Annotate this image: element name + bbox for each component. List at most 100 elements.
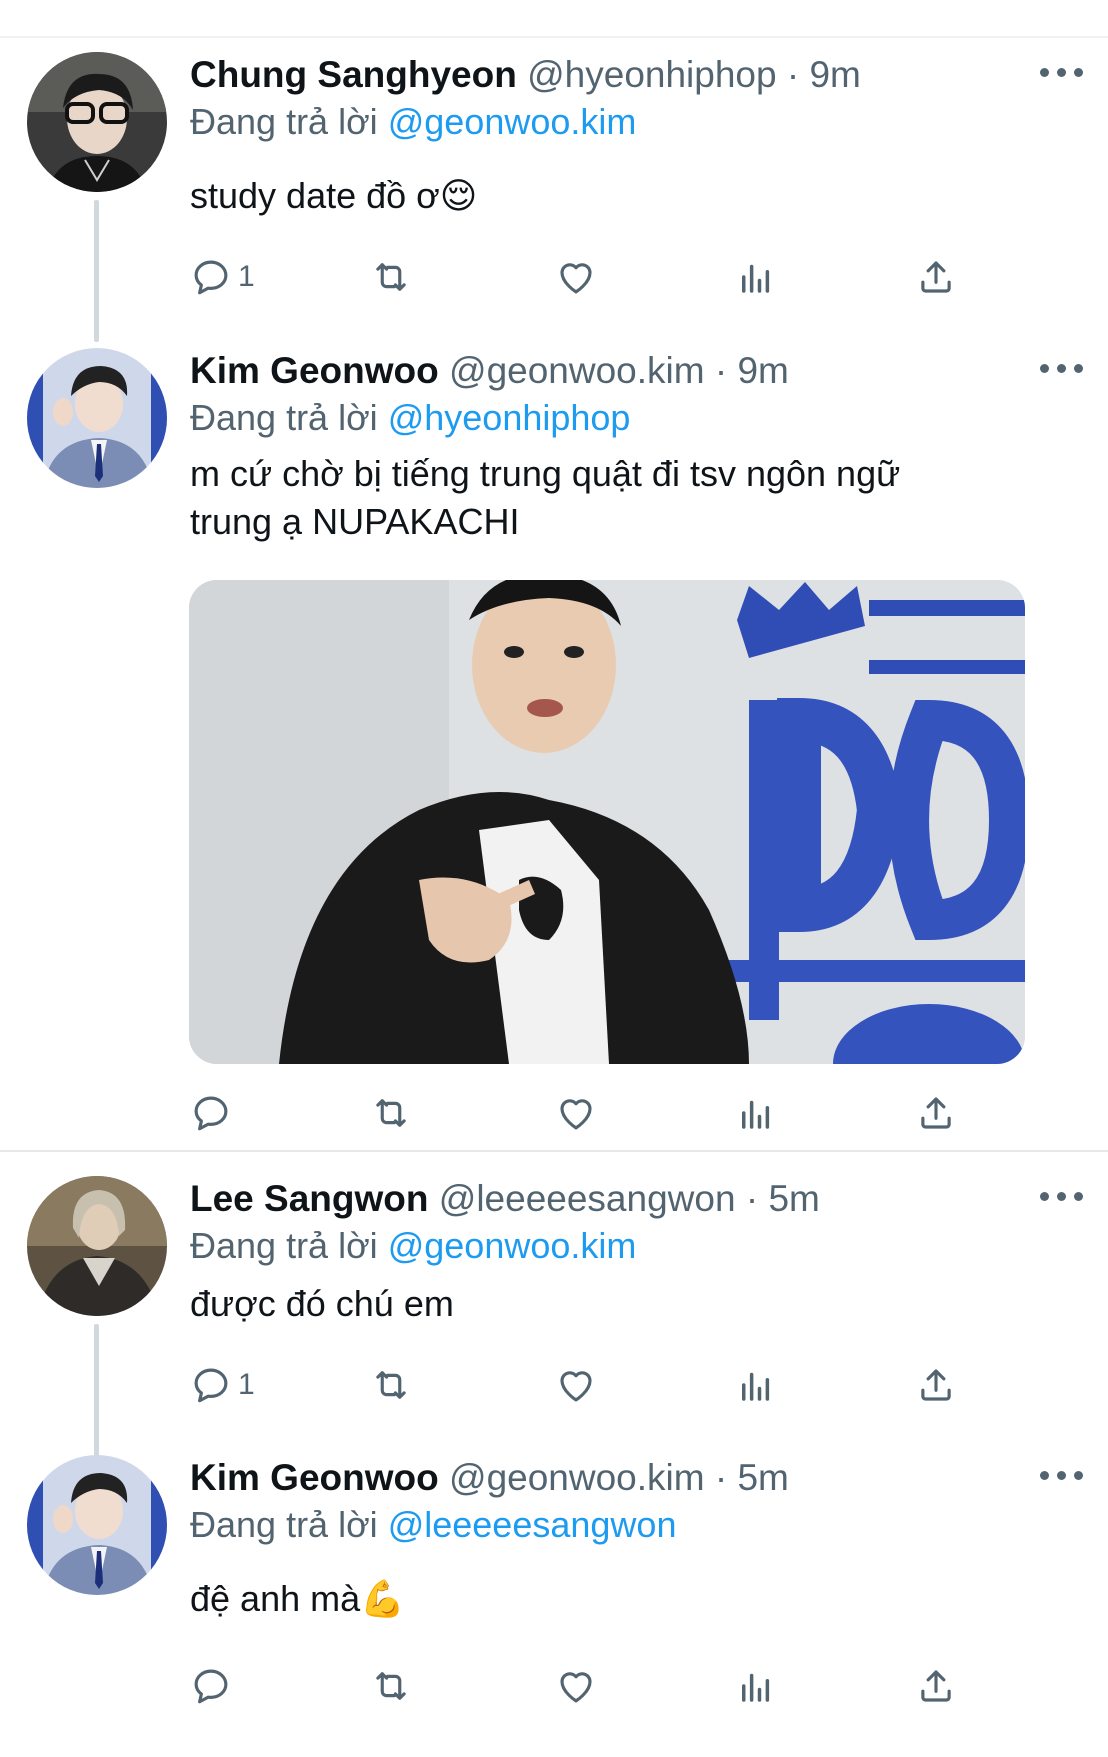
tweet-header: Chung Sanghyeon @hyeonhiphop · 9m [190,52,861,98]
timestamp[interactable]: 9m [809,54,860,95]
like-icon [560,1371,592,1402]
top-divider [0,36,1108,38]
reply-thread: Chung Sanghyeon @hyeonhiphop · 9m Đang t… [0,0,1108,1757]
display-name[interactable]: Kim Geonwoo [190,1457,439,1498]
reply-icon [194,260,228,295]
thread-line [94,1324,99,1460]
replying-prefix: Đang trả lời [190,397,378,438]
mention-link[interactable]: @geonwoo.kim [388,1225,637,1266]
replying-to: Đang trả lời @hyeonhiphop [190,396,630,440]
more-icon[interactable] [1040,1192,1086,1206]
like-icon [560,1099,592,1130]
avatar[interactable] [27,1176,167,1316]
retweet-button[interactable] [370,252,412,302]
reply-button[interactable] [190,1661,238,1711]
replying-prefix: Đang trả lời [190,1504,378,1545]
tweet-media-image[interactable] [189,580,1025,1064]
reply-button[interactable]: 1 [190,1360,255,1410]
tweet-header: Kim Geonwoo @geonwoo.kim · 9m [190,348,789,394]
replying-to: Đang trả lời @geonwoo.kim [190,1224,636,1268]
avatar[interactable] [27,348,167,488]
reply-icon [194,1096,228,1131]
more-icon[interactable] [1040,1471,1086,1485]
share-button[interactable] [915,1661,957,1711]
tweet-text: m cứ chờ bị tiếng trung quật đi tsv ngôn… [190,450,900,546]
relieved-face-emoji: 😌 [439,175,478,216]
tweet-text-content: study date đồ ơ [190,175,440,216]
analytics-icon [742,1372,770,1401]
analytics-icon [742,1100,770,1129]
mention-link[interactable]: @geonwoo.kim [388,101,637,142]
reply-button[interactable] [190,1088,238,1138]
display-name[interactable]: Kim Geonwoo [190,350,439,391]
separator-dot: · [714,1457,728,1498]
like-button[interactable] [555,1088,597,1138]
separator-dot: · [786,54,800,95]
more-icon[interactable] [1040,364,1086,378]
separator-dot: · [714,350,728,391]
tweet-text-line: trung ạ NUPAKACHI [190,501,520,542]
avatar[interactable] [27,52,167,192]
retweet-button[interactable] [370,1088,412,1138]
reply-icon [194,1669,228,1704]
reply-icon [194,1368,228,1403]
display-name[interactable]: Lee Sangwon [190,1178,428,1219]
tweet-text: đệ anh mà💪 [190,1575,405,1623]
tweet-text-content: được đó chú em [190,1283,454,1324]
retweet-button[interactable] [370,1360,412,1410]
like-icon [560,1672,592,1703]
retweet-icon [376,263,406,291]
reply-button[interactable]: 1 [190,252,255,302]
replying-prefix: Đang trả lời [190,1225,378,1266]
more-icon[interactable] [1040,68,1086,82]
display-name[interactable]: Chung Sanghyeon [190,54,517,95]
retweet-icon [376,1099,406,1127]
reply-count: 1 [238,260,255,293]
like-icon [560,263,592,294]
analytics-icon [742,264,770,293]
retweet-icon [376,1371,406,1399]
avatar[interactable] [27,1455,167,1595]
tweet-header: Lee Sangwon @leeeeesangwon · 5m [190,1176,820,1222]
flexed-biceps-emoji: 💪 [360,1578,405,1619]
user-handle[interactable]: @hyeonhiphop [527,54,776,95]
tweet-text-line: m cứ chờ bị tiếng trung quật đi tsv ngôn… [190,453,901,494]
share-button[interactable] [915,1360,957,1410]
tweet-header: Kim Geonwoo @geonwoo.kim · 5m [190,1455,789,1501]
thread-line [94,200,99,342]
analytics-button[interactable] [735,1661,777,1711]
thread-separator [0,1150,1108,1152]
action-bar: 1 [190,1360,990,1410]
timestamp[interactable]: 5m [768,1178,819,1219]
share-button[interactable] [915,1088,957,1138]
like-button[interactable] [555,252,597,302]
action-bar [190,1661,990,1711]
mention-link[interactable]: @leeeeesangwon [388,1504,677,1545]
replying-to: Đang trả lời @geonwoo.kim [190,100,636,144]
share-icon [921,1369,951,1401]
timestamp[interactable]: 9m [737,350,788,391]
separator-dot: · [745,1178,759,1219]
timestamp[interactable]: 5m [737,1457,788,1498]
like-button[interactable] [555,1360,597,1410]
reply-count: 1 [238,1368,255,1401]
analytics-icon [742,1673,770,1702]
analytics-button[interactable] [735,1088,777,1138]
replying-prefix: Đang trả lời [190,101,378,142]
retweet-button[interactable] [370,1661,412,1711]
user-handle[interactable]: @leeeeesangwon [439,1178,736,1219]
share-icon [921,1670,951,1702]
user-handle[interactable]: @geonwoo.kim [449,350,705,391]
tweet-text-content: đệ anh mà [190,1578,361,1619]
user-handle[interactable]: @geonwoo.kim [449,1457,705,1498]
mention-link[interactable]: @hyeonhiphop [388,397,631,438]
replying-to: Đang trả lời @leeeeesangwon [190,1503,676,1547]
retweet-icon [376,1672,406,1700]
share-button[interactable] [915,252,957,302]
action-bar [190,1088,990,1138]
analytics-button[interactable] [735,252,777,302]
like-button[interactable] [555,1661,597,1711]
share-icon [921,261,951,293]
tweet-text: được đó chú em [190,1280,454,1328]
analytics-button[interactable] [735,1360,777,1410]
